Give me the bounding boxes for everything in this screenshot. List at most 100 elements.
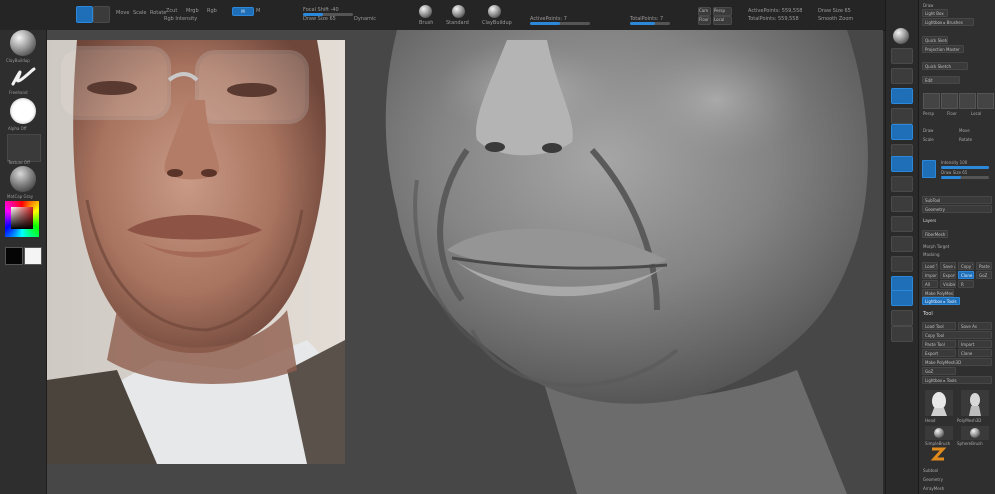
fibermesh-button[interactable]: FiberMesh: [922, 230, 948, 238]
local-icon[interactable]: [891, 156, 913, 172]
z-intensity-slider[interactable]: [941, 166, 989, 169]
polyf-icon[interactable]: [891, 290, 913, 306]
scale-icon[interactable]: [891, 256, 913, 272]
footer-subtool[interactable]: Subtool: [923, 468, 938, 473]
tool-palette-header[interactable]: Tool: [923, 311, 933, 317]
cam-button[interactable]: Cam: [698, 7, 711, 16]
persp-label[interactable]: Persp: [923, 111, 934, 116]
zcut-toggle[interactable]: Zcut: [166, 8, 177, 14]
rgb-intensity-slider[interactable]: [630, 22, 670, 25]
frame-icon[interactable]: [891, 216, 913, 232]
r-button[interactable]: R: [958, 280, 974, 288]
subtool-button[interactable]: SubTool: [922, 196, 992, 204]
clone-button[interactable]: Clone: [958, 271, 974, 279]
scale-icon[interactable]: [977, 93, 994, 109]
lightbox-tools-button[interactable]: Lightbox ▸ Tools: [922, 297, 960, 305]
draw-mode-button[interactable]: [93, 6, 110, 23]
paste-tool-button[interactable]: Paste Tool: [976, 262, 992, 270]
edit-header[interactable]: Edit: [922, 76, 960, 84]
import-button[interactable]: Import: [922, 271, 938, 279]
tool-thumb-simplebrush[interactable]: [925, 426, 953, 440]
stroke-icon[interactable]: [8, 66, 38, 88]
tool-thumb-head[interactable]: [925, 390, 953, 416]
goz-button[interactable]: GoZ: [976, 271, 992, 279]
head-model-icon[interactable]: [377, 30, 883, 494]
draw-icon[interactable]: [941, 93, 958, 109]
tool-goz-button[interactable]: GoZ: [922, 367, 956, 375]
lightbox-button[interactable]: Light Box: [922, 9, 948, 17]
mrgb-toggle[interactable]: Mrgb: [186, 8, 199, 14]
color-picker-icon[interactable]: [5, 201, 39, 237]
export-button[interactable]: Export: [940, 271, 956, 279]
move-icon[interactable]: [959, 93, 976, 109]
persp-button[interactable]: Persp: [713, 7, 732, 16]
floor-button[interactable]: Floor: [698, 16, 711, 25]
local-button[interactable]: Local: [713, 16, 732, 25]
draw-label[interactable]: Draw: [923, 128, 933, 133]
tool-save-button[interactable]: Save As: [958, 322, 992, 330]
local-label[interactable]: Local: [971, 111, 981, 116]
load-tool-button[interactable]: Load Tool: [922, 262, 938, 270]
matcap-icon[interactable]: [10, 166, 36, 192]
actual-icon[interactable]: [891, 88, 913, 104]
secondary-color-swatch[interactable]: [24, 247, 42, 265]
save-as-button[interactable]: Save As: [940, 262, 956, 270]
masking-label[interactable]: Masking: [923, 252, 940, 257]
solo-icon[interactable]: [891, 326, 913, 342]
scale-label[interactable]: Scale: [923, 137, 934, 142]
transp-icon[interactable]: [891, 310, 913, 326]
tool-clone-button[interactable]: Clone: [958, 349, 992, 357]
move-label[interactable]: Move: [959, 128, 970, 133]
tool-lightbox-button[interactable]: Lightbox ▸ Tools: [922, 376, 992, 384]
scroll-icon[interactable]: [891, 48, 913, 64]
all-button[interactable]: All: [922, 280, 938, 288]
alpha-icon[interactable]: [10, 98, 36, 124]
primary-color-swatch[interactable]: [5, 247, 23, 265]
copy-tool-button[interactable]: Copy Tool: [958, 262, 974, 270]
edit-mode-button[interactable]: [76, 6, 93, 23]
zoom-icon[interactable]: [891, 68, 913, 84]
draw-menu[interactable]: Draw: [923, 3, 933, 8]
morph-target-label[interactable]: Morph Target: [923, 244, 949, 249]
rotate-label[interactable]: Rotate: [959, 137, 972, 142]
document-canvas[interactable]: [47, 30, 883, 494]
tool-polymesh-button[interactable]: Make PolyMesh3D: [922, 358, 992, 366]
tool-thumb-polymesh[interactable]: [961, 390, 989, 416]
z-intensity-slider[interactable]: [530, 22, 590, 25]
tool-import-button[interactable]: Import: [958, 340, 992, 348]
dynamic-toggle[interactable]: Dynamic: [354, 16, 376, 22]
zsub-button[interactable]: M: [256, 8, 260, 14]
brush-sphere-icon[interactable]: [893, 28, 909, 44]
tool-export-button[interactable]: Export: [922, 349, 956, 357]
claybuildup-brush-icon[interactable]: [488, 5, 501, 18]
footer-geometry[interactable]: Geometry: [923, 477, 943, 482]
lightbox-brushes-button[interactable]: Lightbox ▸ Brushes: [922, 18, 974, 26]
projection-master-button[interactable]: Projection Master: [922, 45, 964, 53]
aahalf-icon[interactable]: [891, 108, 913, 124]
footer-arraymesh[interactable]: ArrayMesh: [923, 486, 944, 491]
rgb-toggle[interactable]: Rgb: [207, 8, 217, 14]
texture-slot[interactable]: [7, 134, 41, 162]
zadd-button[interactable]: M: [232, 7, 254, 16]
tool-copy-button[interactable]: Copy Tool: [922, 331, 992, 339]
quick-sketch-full-button[interactable]: Quick Sketch: [922, 62, 968, 70]
scale-button[interactable]: Scale: [133, 10, 146, 16]
edit-icon[interactable]: [923, 93, 940, 109]
geometry-button[interactable]: Geometry: [922, 205, 992, 213]
floor-label[interactable]: Floor: [947, 111, 957, 116]
persp-icon[interactable]: [891, 124, 913, 140]
xyz-icon[interactable]: [891, 196, 913, 212]
draw-size-slider[interactable]: [941, 176, 989, 179]
tool-thumb-spherebrush[interactable]: [961, 426, 989, 440]
layers-label[interactable]: Layers: [923, 218, 936, 223]
tool-load-button[interactable]: Load Tool: [922, 322, 956, 330]
quick-sketch-button[interactable]: Quick Sketch: [922, 36, 948, 44]
move-icon[interactable]: [891, 236, 913, 252]
move-button[interactable]: Move: [116, 10, 129, 16]
brush-sphere-icon[interactable]: [10, 30, 36, 56]
visible-button[interactable]: Visible: [940, 280, 956, 288]
brush-sphere-icon[interactable]: [419, 5, 432, 18]
lsym-icon[interactable]: [891, 176, 913, 192]
make-polymesh-button[interactable]: Make PolyMesh3D: [922, 289, 954, 297]
zadd-toggle[interactable]: [922, 160, 936, 178]
